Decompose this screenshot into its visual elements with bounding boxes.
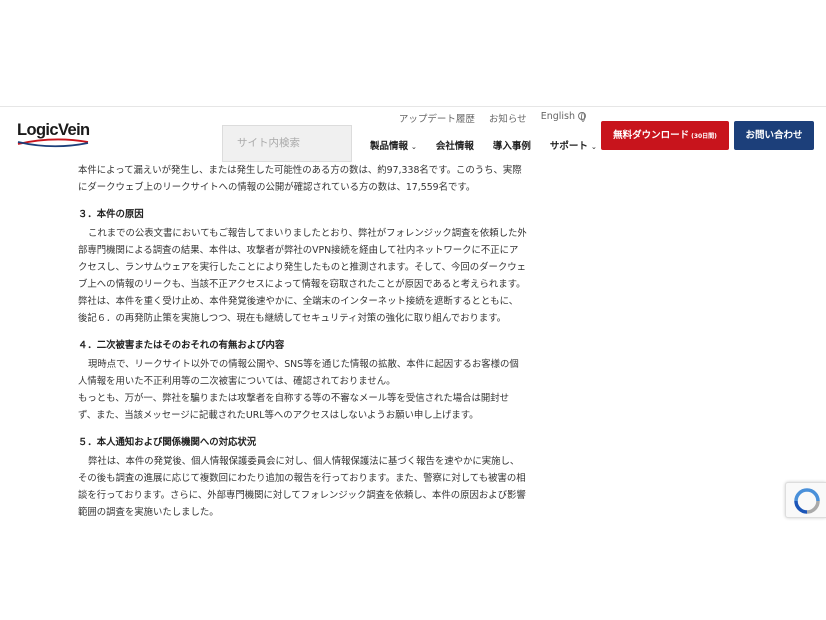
paragraph-line: 談を行っております。さらに、外部専門機関に対してフォレンジック調査を依頼し、本件… [78, 490, 526, 501]
paragraph-line: 弊社は、本件の発覚後、個人情報保護委員会に対し、個人情報保護法に基づく報告を速や… [88, 456, 520, 467]
paragraph-line: 現時点で、リークサイト以外での情報公開や、SNS等を通じた情報の拡散、本件に起因… [88, 359, 519, 370]
nav-item-case-studies[interactable]: 導入事例 [493, 138, 531, 152]
chevron-down-icon: ⌄ [590, 143, 597, 151]
nav-label: 会社情報 [435, 141, 474, 152]
language-label: English [540, 111, 575, 122]
paragraph-line: 範囲の調査を実施いたしました。 [78, 507, 219, 518]
section-cause: ３．本件の原因 これまでの公表文書においてもご報告してまいりましたとおり、弊社が… [78, 206, 548, 327]
nav-item-support[interactable]: サポート ⌄ [550, 138, 597, 152]
section-notification: ５．本人通知および関係機関への対応状況 弊社は、本件の発覚後、個人情報保護委員会… [78, 434, 548, 521]
recaptcha-badge[interactable] [785, 482, 826, 518]
chevron-down-icon: ⌄ [411, 143, 417, 151]
paragraph-line: 部専門機関による調査の結果、本件は、攻撃者が弊社のVPN接続を経由して社内ネット… [78, 245, 519, 256]
section-secondary-damage: ４．二次被害またはそのおそれの有無および内容 現時点で、リークサイト以外での情報… [78, 337, 548, 424]
globe-icon [578, 112, 586, 122]
nav-item-products[interactable]: 製品情報 ⌄ [370, 138, 417, 152]
intro-line: にダークウェブ上のリークサイトへの情報の公開が確認されている方の数は、17,55… [78, 182, 476, 193]
paragraph-line: これまでの公表文書においてもご報告してまいりましたとおり、弊社がフォレンジック調… [88, 228, 527, 239]
language-link[interactable]: English [541, 111, 586, 125]
logicvein-logo[interactable]: LogicVein [17, 121, 91, 151]
intro-line: 本件によって漏えいが発生し、または発生した可能性のある方の数は、約97,338名… [78, 165, 522, 176]
nav-label: サポート [549, 141, 588, 152]
logo-swoosh-icon [17, 138, 89, 148]
section-heading: ４．二次被害またはそのおそれの有無および内容 [78, 340, 285, 351]
utility-nav: アップデート履歴 お知らせ English [399, 111, 586, 125]
site-search-input[interactable]: サイト内検索 [222, 125, 352, 162]
contact-button[interactable]: お問い合わせ [734, 121, 814, 150]
paragraph-line: 弊社は、本件を重く受け止め、本件発覚後速やかに、全端末のインターネット接続を遮断… [78, 296, 519, 307]
download-label: 無料ダウンロード [613, 130, 690, 141]
section-heading: ５．本人通知および関係機関への対応状況 [78, 437, 257, 448]
section-heading: ３．本件の原因 [78, 209, 144, 220]
free-download-button[interactable]: 無料ダウンロード (30日間) [601, 121, 729, 150]
site-header: LogicVein アップデート履歴 お知らせ English サイト内検索 製… [0, 106, 826, 162]
download-note: (30日間) [691, 133, 717, 140]
paragraph-line: 後記６．の再発防止策を実施しつつ、現在も継続してセキュリティ対策の強化に取り組ん… [78, 313, 507, 324]
paragraph-line: もっとも、万が一、弊社を騙りまたは攻撃者を自称する等の不審なメール等を受信された… [78, 393, 509, 404]
article-body: 本件によって漏えいが発生し、または発生した可能性のある方の数は、約97,338名… [78, 162, 548, 521]
paragraph-line: 人情報を用いた不正利用等の二次被害については、確認されておりません。 [78, 376, 396, 387]
nav-item-company[interactable]: 会社情報 [436, 138, 474, 152]
paragraph-line: ブ上への情報のリークも、当該不正アクセスによって情報を窃取されたことが原因である… [78, 279, 526, 290]
nav-label: 導入事例 [492, 141, 531, 152]
main-nav: 製品情報 ⌄ 会社情報 導入事例 サポート ⌄ [370, 138, 597, 152]
news-link[interactable]: お知らせ [489, 111, 527, 125]
recaptcha-icon [794, 488, 820, 514]
paragraph-line: ず、また、当該メッセージに記載されたURL等へのアクセスはしないようお願い申し上… [78, 410, 479, 421]
update-history-link[interactable]: アップデート履歴 [399, 111, 475, 125]
paragraph-line: クセスし、ランサムウェアを実行したことにより発生したものと推測されます。そして、… [78, 262, 526, 273]
nav-label: 製品情報 [370, 141, 409, 152]
paragraph-line: その後も調査の進展に応じて複数回にわたり追加の報告を行っております。また、警察に… [78, 473, 526, 484]
